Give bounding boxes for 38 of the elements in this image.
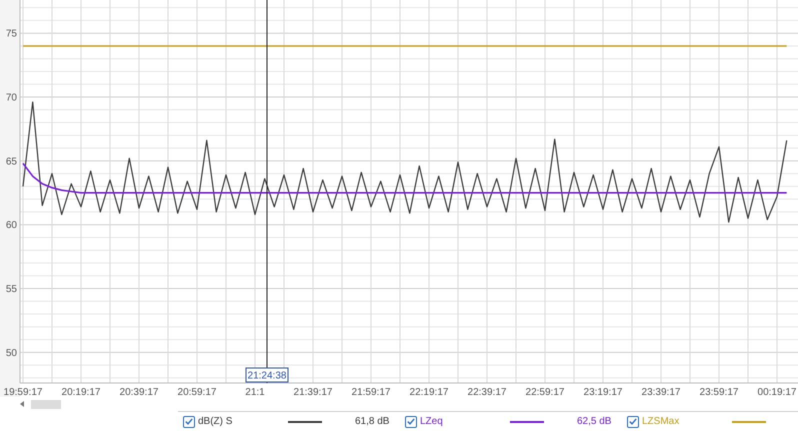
legend-line-sample bbox=[510, 420, 544, 422]
legend-line-sample bbox=[288, 420, 322, 422]
legend-checkbox[interactable] bbox=[627, 416, 639, 428]
x-axis-label: 21:1 bbox=[245, 387, 265, 397]
x-axis-label: 19:59:17 bbox=[4, 387, 42, 397]
y-axis-label: 75 bbox=[6, 28, 17, 40]
x-axis-label: 20:39:17 bbox=[120, 387, 158, 397]
legend-checkbox[interactable] bbox=[183, 416, 195, 428]
x-axis-label: 22:59:17 bbox=[526, 387, 564, 397]
cursor-time-label: 21:24:38 bbox=[248, 370, 286, 382]
x-axis-label: 20:59:17 bbox=[178, 387, 216, 397]
x-axis-label: 21:59:17 bbox=[352, 387, 390, 397]
legend-reading: 62,5 dB bbox=[577, 416, 612, 427]
x-axis-label: 00:19:17 bbox=[758, 387, 796, 397]
x-axis-label: 20:19:17 bbox=[62, 387, 100, 397]
legend-label: LZSMax bbox=[642, 416, 680, 427]
scrollbar-thumb[interactable] bbox=[31, 400, 61, 408]
check-icon bbox=[629, 418, 637, 425]
cursor-line[interactable] bbox=[266, 0, 268, 384]
x-axis-label: 22:19:17 bbox=[410, 387, 448, 397]
check-icon bbox=[407, 418, 415, 425]
y-axis-label: 55 bbox=[6, 284, 17, 296]
x-axis-label: 21:39:17 bbox=[294, 387, 332, 397]
legend-label: LZeq bbox=[420, 416, 444, 427]
legend-reading: 61,8 dB bbox=[355, 416, 390, 427]
x-axis-label: 22:39:17 bbox=[468, 387, 506, 397]
y-axis-label: 60 bbox=[6, 220, 17, 232]
y-axis-label: 70 bbox=[6, 92, 17, 104]
y-axis-label: 50 bbox=[6, 348, 17, 359]
legend-label: dB(Z) S bbox=[198, 416, 234, 427]
check-icon bbox=[185, 418, 193, 425]
scroll-left-icon[interactable] bbox=[20, 401, 25, 407]
y-axis-label: 65 bbox=[6, 156, 17, 168]
x-axis-label: 23:59:17 bbox=[700, 387, 738, 397]
legend-line-sample bbox=[732, 420, 766, 422]
x-axis-label: 23:39:17 bbox=[642, 387, 680, 397]
legend-checkbox[interactable] bbox=[405, 416, 417, 428]
x-axis-label: 23:19:17 bbox=[584, 387, 622, 397]
